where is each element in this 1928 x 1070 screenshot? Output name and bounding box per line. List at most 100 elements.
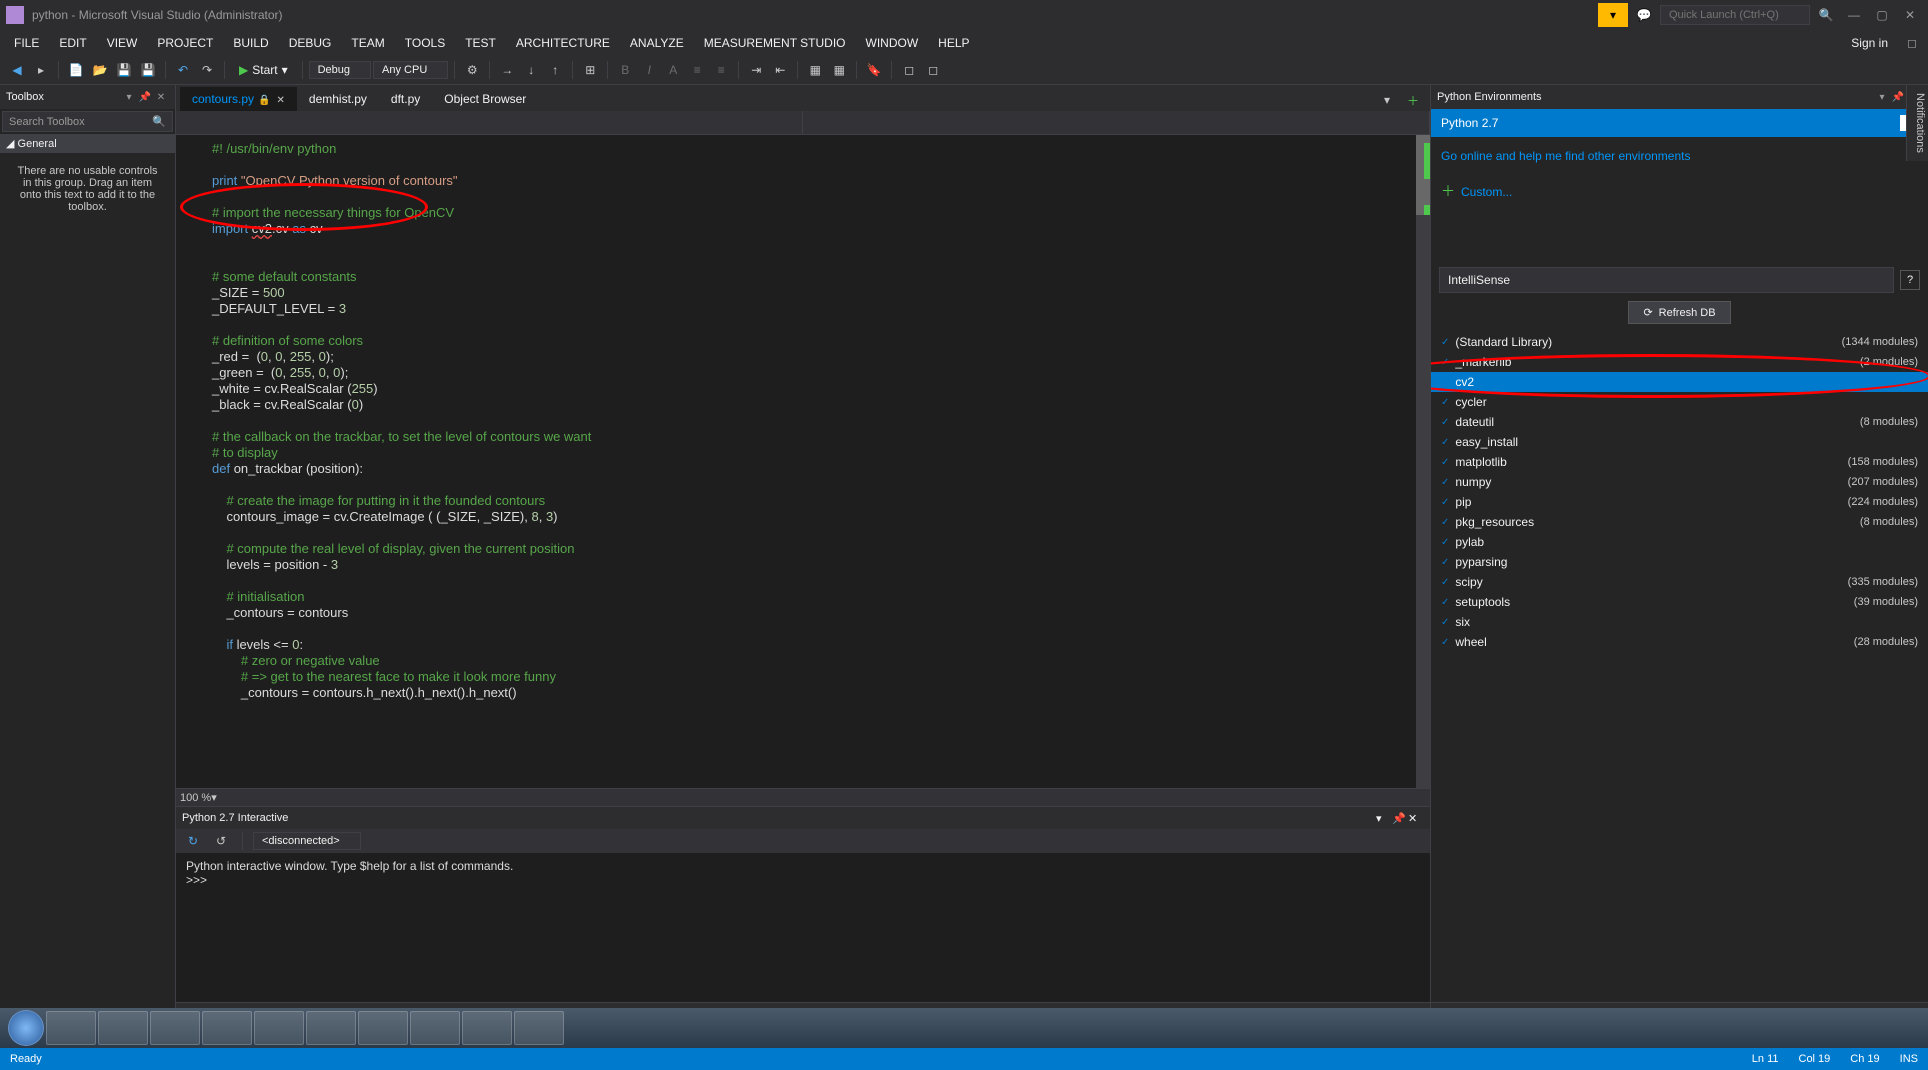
- taskbar-item[interactable]: [462, 1011, 512, 1045]
- code-body[interactable]: #! /usr/bin/env python print "OpenCV Pyt…: [204, 135, 1430, 707]
- misc-icon[interactable]: ◻: [898, 59, 920, 81]
- account-icon[interactable]: ◻: [1900, 31, 1924, 55]
- module-row-pyparsing[interactable]: ✓pyparsing: [1431, 552, 1928, 572]
- outdent-icon[interactable]: ⇤: [769, 59, 791, 81]
- pin-icon[interactable]: 📌: [137, 89, 153, 105]
- menu-team[interactable]: TEAM: [341, 32, 394, 54]
- start-button-icon[interactable]: [8, 1010, 44, 1046]
- windows-taskbar[interactable]: [0, 1008, 1928, 1048]
- menu-test[interactable]: TEST: [455, 32, 506, 54]
- feedback-icon[interactable]: 💬: [1632, 3, 1656, 27]
- maximize-button[interactable]: ▢: [1870, 3, 1894, 27]
- step-icon3[interactable]: ↑: [544, 59, 566, 81]
- module-row-pip[interactable]: ✓pip(224 modules): [1431, 492, 1928, 512]
- module-row-dateutil[interactable]: ✓dateutil(8 modules): [1431, 412, 1928, 432]
- module-row-scipy[interactable]: ✓scipy(335 modules): [1431, 572, 1928, 592]
- intellisense-combo[interactable]: IntelliSense: [1439, 267, 1894, 293]
- menu-project[interactable]: PROJECT: [147, 32, 223, 54]
- comment-out-icon[interactable]: ▦: [804, 59, 826, 81]
- taskbar-item[interactable]: [202, 1011, 252, 1045]
- close-icon[interactable]: ✕: [1408, 812, 1424, 825]
- help-button[interactable]: ?: [1900, 270, 1920, 290]
- pin-icon[interactable]: 📌: [1890, 89, 1906, 105]
- sign-in-button[interactable]: Sign in: [1839, 32, 1900, 54]
- module-row-markerlib[interactable]: ✓_markerlib(2 modules): [1431, 352, 1928, 372]
- module-row-pkgresources[interactable]: ✓pkg_resources(8 modules): [1431, 512, 1928, 532]
- comment-icon[interactable]: ⊞: [579, 59, 601, 81]
- module-row-easyinstall[interactable]: ✓easy_install: [1431, 432, 1928, 452]
- taskbar-item[interactable]: [410, 1011, 460, 1045]
- module-row-matplotlib[interactable]: ✓matplotlib(158 modules): [1431, 452, 1928, 472]
- nav-back-icon[interactable]: ◀: [6, 59, 28, 81]
- tab-contours[interactable]: contours.py🔒✕: [180, 87, 297, 111]
- taskbar-item[interactable]: [254, 1011, 304, 1045]
- close-button[interactable]: ✕: [1898, 3, 1922, 27]
- redo-icon[interactable]: ↷: [196, 59, 218, 81]
- indent-icon[interactable]: ⇥: [745, 59, 767, 81]
- module-row-standardlibrary[interactable]: ✓(Standard Library)(1344 modules): [1431, 332, 1928, 352]
- module-row-cycler[interactable]: ✓cycler: [1431, 392, 1928, 412]
- menu-view[interactable]: VIEW: [97, 32, 148, 54]
- tab-dropdown-icon[interactable]: ▾: [1376, 89, 1398, 111]
- step-icon2[interactable]: ↓: [520, 59, 542, 81]
- menu-measurement-studio[interactable]: MEASUREMENT STUDIO: [694, 32, 856, 54]
- menu-window[interactable]: WINDOW: [856, 32, 929, 54]
- process-icon[interactable]: ⚙: [461, 59, 483, 81]
- nav-fwd-icon[interactable]: ▸: [30, 59, 52, 81]
- misc-icon2[interactable]: ◻: [922, 59, 944, 81]
- tab-demhist[interactable]: demhist.py: [297, 87, 379, 111]
- dropdown-icon[interactable]: ▾: [121, 89, 137, 105]
- taskbar-item[interactable]: [150, 1011, 200, 1045]
- notifications-flag-icon[interactable]: ▾: [1598, 3, 1628, 27]
- module-row-wheel[interactable]: ✓wheel(28 modules): [1431, 632, 1928, 652]
- module-row-numpy[interactable]: ✓numpy(207 modules): [1431, 472, 1928, 492]
- toolbox-group[interactable]: ◢ General: [0, 134, 175, 153]
- nav-scope-combo[interactable]: [176, 111, 803, 134]
- scope-combo[interactable]: <disconnected>: [253, 832, 361, 850]
- platform-combo[interactable]: Any CPU: [373, 61, 448, 79]
- start-button[interactable]: ▶Start ▾: [231, 61, 296, 79]
- taskbar-item[interactable]: [98, 1011, 148, 1045]
- dropdown-icon[interactable]: ▾: [1874, 89, 1890, 105]
- save-icon[interactable]: 💾: [113, 59, 135, 81]
- menu-tools[interactable]: TOOLS: [395, 32, 455, 54]
- clear-icon[interactable]: ↺: [210, 830, 232, 852]
- custom-env-button[interactable]: ＋Custom...: [1431, 175, 1928, 207]
- taskbar-item[interactable]: [306, 1011, 356, 1045]
- tab-object-browser[interactable]: Object Browser: [432, 87, 538, 111]
- tab-dft[interactable]: dft.py: [379, 87, 432, 111]
- python-env-item[interactable]: Python 2.7: [1431, 109, 1928, 137]
- taskbar-item[interactable]: [46, 1011, 96, 1045]
- module-row-pylab[interactable]: ✓pylab: [1431, 532, 1928, 552]
- step-icon[interactable]: →: [496, 59, 518, 81]
- vertical-scrollbar[interactable]: [1416, 135, 1430, 806]
- close-icon[interactable]: ✕: [277, 95, 285, 106]
- module-row-six[interactable]: ✓six: [1431, 612, 1928, 632]
- new-project-icon[interactable]: 📄: [65, 59, 87, 81]
- uncomment-icon[interactable]: ▦: [828, 59, 850, 81]
- close-icon[interactable]: ✕: [153, 89, 169, 105]
- dropdown-icon[interactable]: ▾: [1376, 812, 1392, 825]
- search-icon[interactable]: 🔍: [1814, 3, 1838, 27]
- nav-member-combo[interactable]: [803, 111, 1430, 134]
- menu-architecture[interactable]: ARCHITECTURE: [506, 32, 620, 54]
- refresh-db-button[interactable]: ⟳Refresh DB: [1628, 301, 1730, 324]
- pin-icon[interactable]: 📌: [1392, 812, 1408, 825]
- toolbox-search[interactable]: Search Toolbox 🔍: [2, 111, 173, 132]
- menu-debug[interactable]: DEBUG: [279, 32, 342, 54]
- save-all-icon[interactable]: 💾: [137, 59, 159, 81]
- menu-file[interactable]: FILE: [4, 32, 49, 54]
- find-environments-link[interactable]: Go online and help me find other environ…: [1431, 137, 1928, 175]
- taskbar-item[interactable]: [514, 1011, 564, 1045]
- reset-icon[interactable]: ↻: [182, 830, 204, 852]
- menu-build[interactable]: BUILD: [223, 32, 278, 54]
- code-editor[interactable]: #! /usr/bin/env python print "OpenCV Pyt…: [176, 135, 1430, 806]
- undo-icon[interactable]: ↶: [172, 59, 194, 81]
- taskbar-item[interactable]: [358, 1011, 408, 1045]
- add-icon[interactable]: ＋: [1402, 89, 1424, 111]
- config-combo[interactable]: Debug: [309, 61, 371, 79]
- module-row-setuptools[interactable]: ✓setuptools(39 modules): [1431, 592, 1928, 612]
- open-file-icon[interactable]: 📂: [89, 59, 111, 81]
- bookmark-icon[interactable]: 🔖: [863, 59, 885, 81]
- notifications-tab[interactable]: Notifications: [1906, 85, 1928, 161]
